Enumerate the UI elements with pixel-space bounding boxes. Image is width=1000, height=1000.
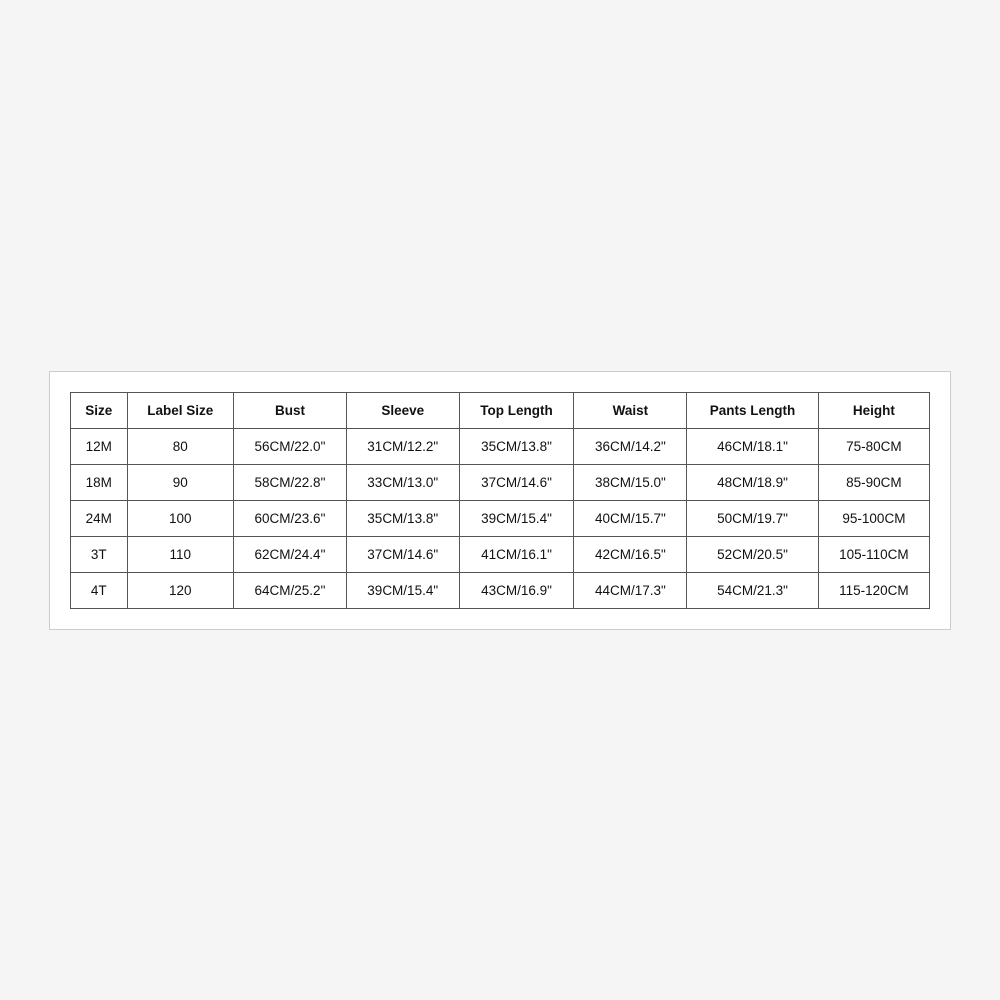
table-cell: 31CM/12.2" (346, 428, 459, 464)
table-header-cell: Size (71, 392, 128, 428)
table-row: 3T11062CM/24.4"37CM/14.6"41CM/16.1"42CM/… (71, 536, 930, 572)
table-header-cell: Pants Length (687, 392, 819, 428)
table-cell: 120 (127, 572, 234, 608)
table-cell: 37CM/14.6" (459, 464, 574, 500)
table-cell: 24M (71, 500, 128, 536)
table-cell: 35CM/13.8" (459, 428, 574, 464)
table-cell: 75-80CM (818, 428, 929, 464)
table-cell: 36CM/14.2" (574, 428, 687, 464)
size-chart-table: SizeLabel SizeBustSleeveTop LengthWaistP… (70, 392, 930, 609)
table-cell: 12M (71, 428, 128, 464)
table-cell: 3T (71, 536, 128, 572)
table-cell: 52CM/20.5" (687, 536, 819, 572)
table-cell: 35CM/13.8" (346, 500, 459, 536)
table-cell: 33CM/13.0" (346, 464, 459, 500)
table-header-cell: Height (818, 392, 929, 428)
table-cell: 40CM/15.7" (574, 500, 687, 536)
table-cell: 42CM/16.5" (574, 536, 687, 572)
table-cell: 58CM/22.8" (234, 464, 347, 500)
table-cell: 18M (71, 464, 128, 500)
table-header-row: SizeLabel SizeBustSleeveTop LengthWaistP… (71, 392, 930, 428)
table-cell: 44CM/17.3" (574, 572, 687, 608)
table-cell: 80 (127, 428, 234, 464)
table-cell: 60CM/23.6" (234, 500, 347, 536)
table-header-cell: Waist (574, 392, 687, 428)
table-cell: 54CM/21.3" (687, 572, 819, 608)
table-cell: 39CM/15.4" (459, 500, 574, 536)
table-cell: 37CM/14.6" (346, 536, 459, 572)
table-cell: 64CM/25.2" (234, 572, 347, 608)
table-cell: 90 (127, 464, 234, 500)
table-cell: 50CM/19.7" (687, 500, 819, 536)
table-row: 12M8056CM/22.0"31CM/12.2"35CM/13.8"36CM/… (71, 428, 930, 464)
table-header-cell: Sleeve (346, 392, 459, 428)
table-cell: 38CM/15.0" (574, 464, 687, 500)
table-cell: 110 (127, 536, 234, 572)
table-cell: 115-120CM (818, 572, 929, 608)
table-cell: 56CM/22.0" (234, 428, 347, 464)
table-row: 4T12064CM/25.2"39CM/15.4"43CM/16.9"44CM/… (71, 572, 930, 608)
table-header-cell: Label Size (127, 392, 234, 428)
table-row: 18M9058CM/22.8"33CM/13.0"37CM/14.6"38CM/… (71, 464, 930, 500)
table-cell: 41CM/16.1" (459, 536, 574, 572)
table-header-cell: Top Length (459, 392, 574, 428)
table-row: 24M10060CM/23.6"35CM/13.8"39CM/15.4"40CM… (71, 500, 930, 536)
table-cell: 39CM/15.4" (346, 572, 459, 608)
table-cell: 62CM/24.4" (234, 536, 347, 572)
table-cell: 85-90CM (818, 464, 929, 500)
table-cell: 4T (71, 572, 128, 608)
table-cell: 105-110CM (818, 536, 929, 572)
table-cell: 48CM/18.9" (687, 464, 819, 500)
size-chart-container: SizeLabel SizeBustSleeveTop LengthWaistP… (49, 371, 951, 630)
table-cell: 100 (127, 500, 234, 536)
table-cell: 95-100CM (818, 500, 929, 536)
table-header-cell: Bust (234, 392, 347, 428)
table-body: 12M8056CM/22.0"31CM/12.2"35CM/13.8"36CM/… (71, 428, 930, 608)
table-cell: 43CM/16.9" (459, 572, 574, 608)
table-cell: 46CM/18.1" (687, 428, 819, 464)
